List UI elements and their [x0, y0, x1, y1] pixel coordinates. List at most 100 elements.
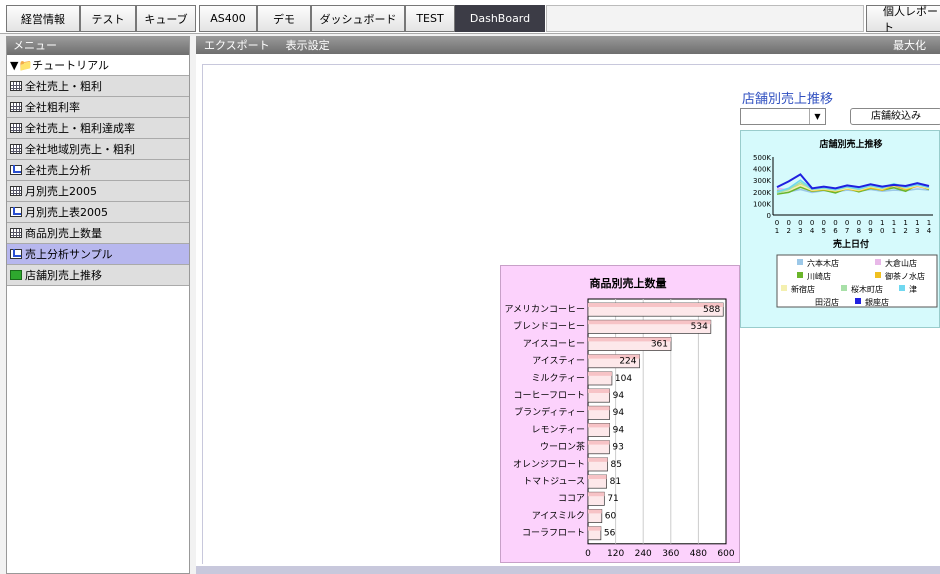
data-label: 104 — [615, 374, 632, 384]
x-tick-label-bottom: 7 — [845, 227, 849, 235]
legend-swatch — [875, 272, 881, 278]
export-button[interactable]: エクスポート — [196, 37, 278, 53]
sidebar-item-0[interactable]: 全社売上・粗利 — [7, 76, 189, 97]
sidebar-item-label: 売上分析サンプル — [25, 248, 113, 261]
bar-highlight — [588, 526, 601, 531]
x-tick-label-bottom: 9 — [868, 227, 872, 235]
legend-label: 桜木町店 — [851, 284, 883, 294]
tab-keiei[interactable]: 経営情報 — [6, 5, 80, 32]
bar-highlight — [588, 423, 610, 428]
maximize-button[interactable]: 最大化 — [885, 37, 934, 53]
x-axis-label: 売上日付 — [833, 238, 869, 250]
sidebar-item-4[interactable]: 全社売上分析 — [7, 160, 189, 181]
top-tab-bar: 経営情報 テスト キューブ AS400 デモ ダッシュボード TEST Dash… — [0, 0, 940, 34]
store-filter-button[interactable]: 店舗絞込み — [850, 108, 940, 125]
legend-label: 新宿店 — [791, 284, 815, 294]
y-tick-label: 200K — [753, 189, 771, 197]
x-tick-label-bottom: 3 — [798, 227, 802, 235]
category-label: ココア — [558, 494, 585, 504]
chart-title: 店舗別売上推移 — [819, 138, 882, 150]
x-tick-label-bottom: 2 — [786, 227, 790, 235]
x-tick-label-bottom: 4 — [810, 227, 815, 235]
x-tick-label-bottom: 1 — [775, 227, 779, 235]
bar-chart-panel: 商品別売上数量 0 120 240 360 480 600 アメリカンコーヒー 588 ブレンドコ… — [500, 265, 740, 574]
x-tick-label-top: 0 — [798, 219, 802, 227]
x-tick-label-top: 0 — [845, 219, 849, 227]
y-tick-label: 500K — [753, 154, 771, 162]
legend-label-cont: 田沼店 — [815, 297, 839, 307]
legend-swatch — [855, 298, 861, 304]
tab-dashboard-jp[interactable]: ダッシュボード — [311, 5, 405, 32]
menu-header: メニュー — [7, 37, 189, 55]
sidebar-item-label: 商品別売上数量 — [25, 227, 102, 240]
legend-swatch — [875, 259, 881, 265]
tab-demo[interactable]: デモ — [257, 5, 311, 32]
sidebar-item-8[interactable]: 売上分析サンプル — [7, 244, 189, 265]
sidebar-item-3[interactable]: 全社地域別売上・粗利 — [7, 139, 189, 160]
sidebar-item-9[interactable]: 店舗別売上推移 — [7, 265, 189, 286]
x-tick-label: 360 — [662, 549, 679, 559]
sidebar-item-7[interactable]: 商品別売上数量 — [7, 223, 189, 244]
display-settings-button[interactable]: 表示設定 — [278, 37, 338, 53]
data-label: 94 — [613, 425, 625, 435]
data-label: 56 — [604, 529, 616, 539]
tab-as400[interactable]: AS400 — [199, 5, 257, 32]
bar-highlight — [588, 406, 610, 411]
tab-dashboard[interactable]: DashBoard — [455, 5, 545, 32]
legend-swatch — [781, 285, 787, 291]
legend-label: 六本木店 — [807, 258, 839, 268]
chart-icon — [10, 207, 22, 217]
legend-swatch — [841, 285, 847, 291]
sidebar-item-6[interactable]: 月別売上表2005 — [7, 202, 189, 223]
sidebar-item-5[interactable]: 月別売上2005 — [7, 181, 189, 202]
legend-label: 津 — [909, 284, 917, 294]
x-tick-label-bottom: 0 — [880, 227, 884, 235]
plot-area — [587, 298, 727, 545]
sidebar-item-label: 全社売上・粗利達成率 — [25, 122, 135, 135]
x-tick-label-top: 0 — [775, 219, 779, 227]
category-label: トマトジュース — [523, 477, 585, 487]
data-label: 85 — [611, 460, 622, 470]
grid-icon — [10, 186, 22, 196]
data-label: 361 — [651, 339, 668, 349]
category-label: コーヒーフロート — [514, 390, 585, 401]
grid-icon — [10, 228, 22, 238]
tab-test[interactable]: TEST — [405, 5, 455, 32]
tab-test-jp[interactable]: テスト — [80, 5, 136, 32]
sidebar-item-label: 月別売上2005 — [25, 185, 97, 198]
data-label: 60 — [605, 511, 617, 521]
sidebar: メニュー ▼📁チュートリアル 全社売上・粗利 全社粗利率 全社売上・粗利達成率 … — [6, 36, 190, 574]
y-tick-label: 300K — [753, 177, 771, 185]
y-tick-label: 100K — [753, 200, 771, 208]
sidebar-item-1[interactable]: 全社粗利率 — [7, 97, 189, 118]
legend-label: 銀座店 — [865, 297, 889, 307]
store-select[interactable]: ▼ — [740, 108, 826, 125]
sidebar-item-label: 月別売上表2005 — [25, 206, 108, 219]
x-tick-label: 240 — [635, 549, 652, 559]
tab-cube[interactable]: キューブ — [136, 5, 196, 32]
bar-highlight — [588, 509, 602, 514]
sidebar-item-label: 全社売上分析 — [25, 164, 91, 177]
x-tick-label-bottom: 5 — [822, 227, 826, 235]
x-tick-label-top: 0 — [786, 219, 790, 227]
x-tick-label-top: 0 — [810, 219, 814, 227]
y-tick-label: 0 — [767, 212, 771, 220]
x-tick-label: 600 — [717, 549, 734, 559]
data-label: 224 — [619, 357, 636, 367]
x-tick-label: 0 — [585, 549, 591, 559]
bar-highlight — [588, 457, 608, 462]
tab-personal-report[interactable]: 個人レポート — [866, 5, 940, 34]
x-tick-label-bottom: 2 — [903, 227, 907, 235]
sidebar-item-2[interactable]: 全社売上・粗利達成率 — [7, 118, 189, 139]
x-tick-label-top: 1 — [915, 219, 919, 227]
x-tick-label: 480 — [690, 549, 707, 559]
folder-tutorial[interactable]: ▼📁チュートリアル — [7, 55, 189, 76]
bar-highlight — [588, 492, 605, 497]
data-label: 93 — [612, 443, 623, 453]
legend-swatch — [797, 272, 803, 278]
x-tick-label-bottom: 3 — [915, 227, 919, 235]
bar-highlight — [588, 371, 612, 376]
data-label: 94 — [613, 391, 625, 401]
x-tick-label-top: 1 — [892, 219, 896, 227]
tab-bar-filler — [546, 5, 864, 32]
